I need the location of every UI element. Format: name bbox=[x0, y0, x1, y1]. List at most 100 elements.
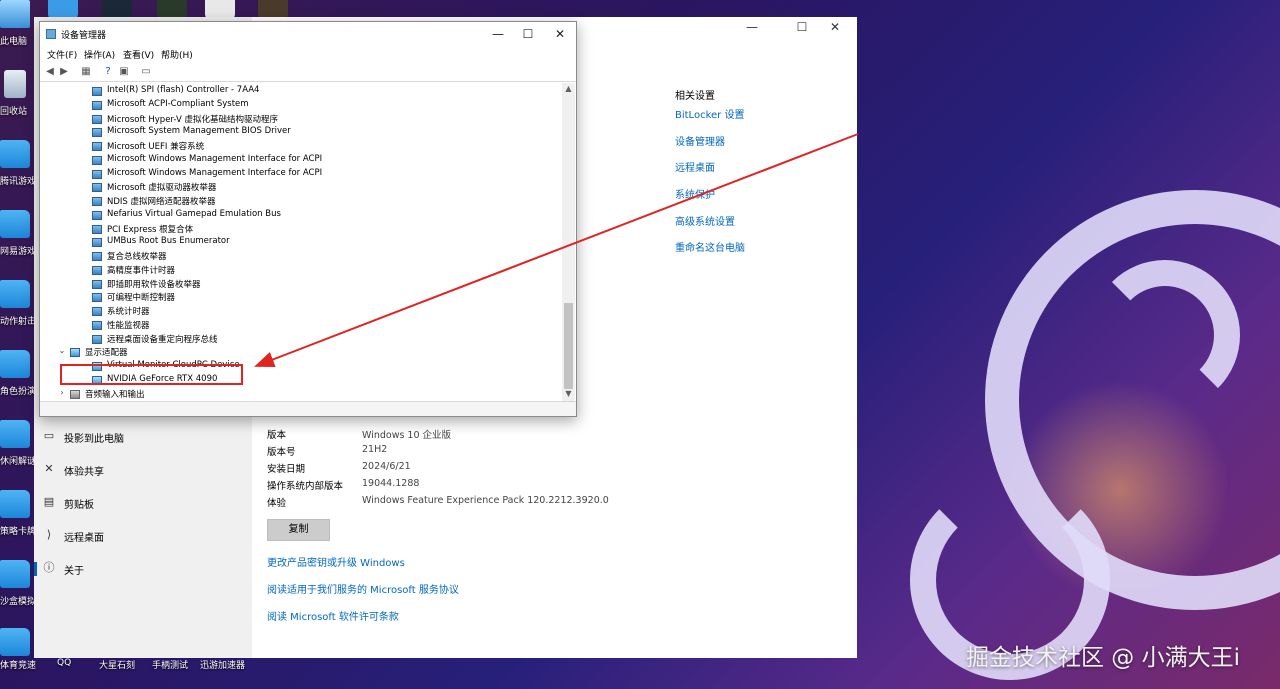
desktop-label-dazu[interactable]: 大星石刻 bbox=[99, 658, 135, 671]
project-icon: ▭ bbox=[43, 429, 55, 442]
copy-button[interactable]: 复制 bbox=[267, 519, 330, 541]
settings-maximize-button[interactable]: ☐ bbox=[790, 20, 814, 34]
desktop-icon[interactable]: 动作射击 bbox=[0, 280, 36, 340]
spec-key: 体验 bbox=[267, 498, 287, 509]
scroll-up-icon[interactable]: ▲ bbox=[562, 84, 575, 93]
settings-minimize-button[interactable]: — bbox=[740, 20, 764, 34]
desktop-label-qq[interactable]: QQ bbox=[57, 658, 71, 668]
tree-device[interactable]: 复合总线枚举器 bbox=[40, 249, 560, 263]
menu-view[interactable]: 查看(V) bbox=[123, 48, 154, 61]
spec-value: 19044.1288 bbox=[362, 478, 420, 489]
tree-device[interactable]: Nefarius Virtual Gamepad Emulation Bus bbox=[40, 208, 560, 222]
link-advanced-system-settings[interactable]: 高级系统设置 bbox=[675, 213, 735, 228]
link-rename-pc[interactable]: 重命名这台电脑 bbox=[675, 239, 745, 254]
desktop-icon[interactable]: 休闲解谜 bbox=[0, 420, 36, 480]
back-icon[interactable]: ◀ bbox=[44, 66, 56, 78]
tree-device[interactable]: Microsoft ACPI-Compliant System bbox=[40, 98, 560, 112]
nav-item-about[interactable]: ⓘ 关于 bbox=[34, 559, 252, 581]
dm-minimize-button[interactable]: — bbox=[483, 25, 513, 43]
tree-device[interactable]: UMBus Root Bus Enumerator bbox=[40, 235, 560, 249]
device-manager-title: 设备管理器 bbox=[61, 31, 107, 41]
desktop-label-gamepad-test[interactable]: 手柄测试 bbox=[152, 658, 188, 671]
desktop-icon[interactable]: 角色扮演 bbox=[0, 350, 36, 410]
tree-device[interactable]: 远程桌面设备重定向程序总线 bbox=[40, 332, 560, 346]
spec-row-edition: 版本 Windows 10 企业版 bbox=[267, 427, 667, 443]
link-remote-desktop[interactable]: 远程桌面 bbox=[675, 159, 715, 174]
expand-right-icon[interactable]: › bbox=[58, 388, 66, 397]
desktop-icon[interactable]: 此电脑 bbox=[0, 0, 36, 60]
nav-item-label: 关于 bbox=[64, 566, 84, 577]
desktop-icon[interactable]: 网易游戏 bbox=[0, 210, 36, 270]
forward-icon[interactable]: ▶ bbox=[58, 66, 70, 78]
nav-item-shared-experience[interactable]: ✕ 体验共享 bbox=[34, 460, 252, 482]
tree-device[interactable]: Microsoft Windows Management Interface f… bbox=[40, 167, 560, 181]
menu-help[interactable]: 帮助(H) bbox=[161, 48, 193, 61]
system-device-icon bbox=[92, 293, 102, 303]
system-device-icon bbox=[92, 252, 102, 261]
link-device-manager[interactable]: 设备管理器 bbox=[675, 133, 725, 148]
tree-category[interactable]: ⌄ 显示适配器 bbox=[40, 345, 560, 359]
spec-row-os-build: 操作系统内部版本 19044.1288 bbox=[267, 478, 667, 494]
desktop-icon-label: 沙盒模拟 bbox=[0, 597, 37, 607]
desktop-icon[interactable]: 策略卡牌 bbox=[0, 490, 36, 550]
desktop-label-xunyou[interactable]: 迅游加速器 bbox=[200, 658, 245, 671]
device-tree-scrollbar[interactable]: ▲ ▼ bbox=[562, 83, 575, 401]
link-license-terms[interactable]: 阅读 Microsoft 软件许可条款 bbox=[267, 608, 399, 623]
tree-label: Microsoft Hyper-V 虚拟化基础结构驱动程序 bbox=[107, 114, 278, 125]
properties-icon[interactable]: ▦ bbox=[80, 66, 92, 78]
system-device-icon bbox=[92, 142, 102, 151]
tree-device[interactable]: 系统计时器 bbox=[40, 304, 560, 318]
tree-device[interactable]: 可编程中断控制器 bbox=[40, 290, 560, 304]
tree-device[interactable]: 高精度事件计时器 bbox=[40, 263, 560, 277]
link-bitlocker[interactable]: BitLocker 设置 bbox=[675, 106, 744, 121]
nav-item-project[interactable]: ▭ 投影到此电脑 bbox=[34, 427, 252, 449]
desktop-icon[interactable]: 沙盒模拟 bbox=[0, 560, 36, 620]
tree-device[interactable]: Microsoft System Management BIOS Driver bbox=[40, 125, 560, 139]
settings-close-button[interactable]: ✕ bbox=[823, 20, 847, 34]
tree-device[interactable]: Microsoft 虚拟驱动器枚举器 bbox=[40, 180, 560, 194]
device-view-icon[interactable]: ▣ bbox=[118, 66, 130, 78]
tree-device[interactable]: Microsoft Hyper-V 虚拟化基础结构驱动程序 bbox=[40, 112, 560, 126]
tree-label: Microsoft Windows Management Interface f… bbox=[107, 153, 323, 164]
desktop-icon-label: 动作射击 bbox=[0, 317, 37, 327]
tree-device[interactable]: 即插即用软件设备枚举器 bbox=[40, 277, 560, 291]
remote-desktop-icon: ⟩ bbox=[46, 528, 52, 541]
menu-file[interactable]: 文件(F) bbox=[47, 48, 77, 61]
spec-value: 2024/6/21 bbox=[362, 461, 411, 472]
dm-close-button[interactable]: ✕ bbox=[545, 25, 575, 43]
nav-item-remote-desktop[interactable]: ⟩ 远程桌面 bbox=[34, 526, 252, 548]
spec-row-version: 版本号 21H2 bbox=[267, 444, 667, 460]
tree-device[interactable]: Microsoft UEFI 兼容系统 bbox=[40, 139, 560, 153]
link-service-agreement[interactable]: 阅读适用于我们服务的 Microsoft 服务协议 bbox=[267, 581, 459, 596]
folder-icon bbox=[0, 420, 30, 448]
help-icon[interactable]: ? bbox=[102, 66, 114, 78]
device-manager-toolbar: ◀ ▶ ▦ ? ▣ ▭ bbox=[40, 63, 576, 82]
tree-label: 复合总线枚举器 bbox=[107, 252, 167, 262]
tree-category[interactable]: › 音频输入和输出 bbox=[40, 387, 560, 401]
folder-icon bbox=[0, 628, 30, 656]
tree-device[interactable]: PCI Express 根复合体 bbox=[40, 222, 560, 236]
tree-device[interactable]: Intel(R) SPI (flash) Controller - 7AA4 bbox=[40, 84, 560, 98]
desktop-icon[interactable]: 腾讯游戏 bbox=[0, 140, 36, 200]
nav-item-label: 投影到此电脑 bbox=[64, 434, 124, 445]
link-system-protection[interactable]: 系统保护 bbox=[675, 186, 715, 201]
nav-item-label: 远程桌面 bbox=[64, 533, 104, 544]
scroll-down-icon[interactable]: ▼ bbox=[562, 389, 575, 398]
link-change-product-key[interactable]: 更改产品密钥或升级 Windows bbox=[267, 554, 405, 569]
desktop-icon[interactable]: 回收站 bbox=[0, 70, 36, 130]
wallpaper-ring-top bbox=[1090, 260, 1240, 410]
spec-key: 安装日期 bbox=[267, 464, 306, 475]
dm-maximize-button[interactable]: ☐ bbox=[513, 25, 543, 43]
system-device-icon bbox=[92, 334, 102, 344]
tree-device[interactable]: NDIS 虚拟网络适配器枚举器 bbox=[40, 194, 560, 208]
menu-action[interactable]: 操作(A) bbox=[84, 48, 115, 61]
nav-item-clipboard[interactable]: ▤ 剪贴板 bbox=[34, 493, 252, 515]
tree-device[interactable]: 性能监视器 bbox=[40, 318, 560, 332]
expand-down-icon[interactable]: ⌄ bbox=[58, 346, 66, 355]
desktop-icon-label: 策略卡牌 bbox=[0, 527, 37, 537]
monitor-icon[interactable]: ▭ bbox=[140, 66, 152, 78]
desktop-label-racing[interactable]: 体育竞速 bbox=[0, 658, 36, 671]
tree-device[interactable]: Microsoft Windows Management Interface f… bbox=[40, 153, 560, 167]
scroll-thumb[interactable] bbox=[564, 303, 573, 389]
system-device-icon bbox=[92, 210, 102, 220]
